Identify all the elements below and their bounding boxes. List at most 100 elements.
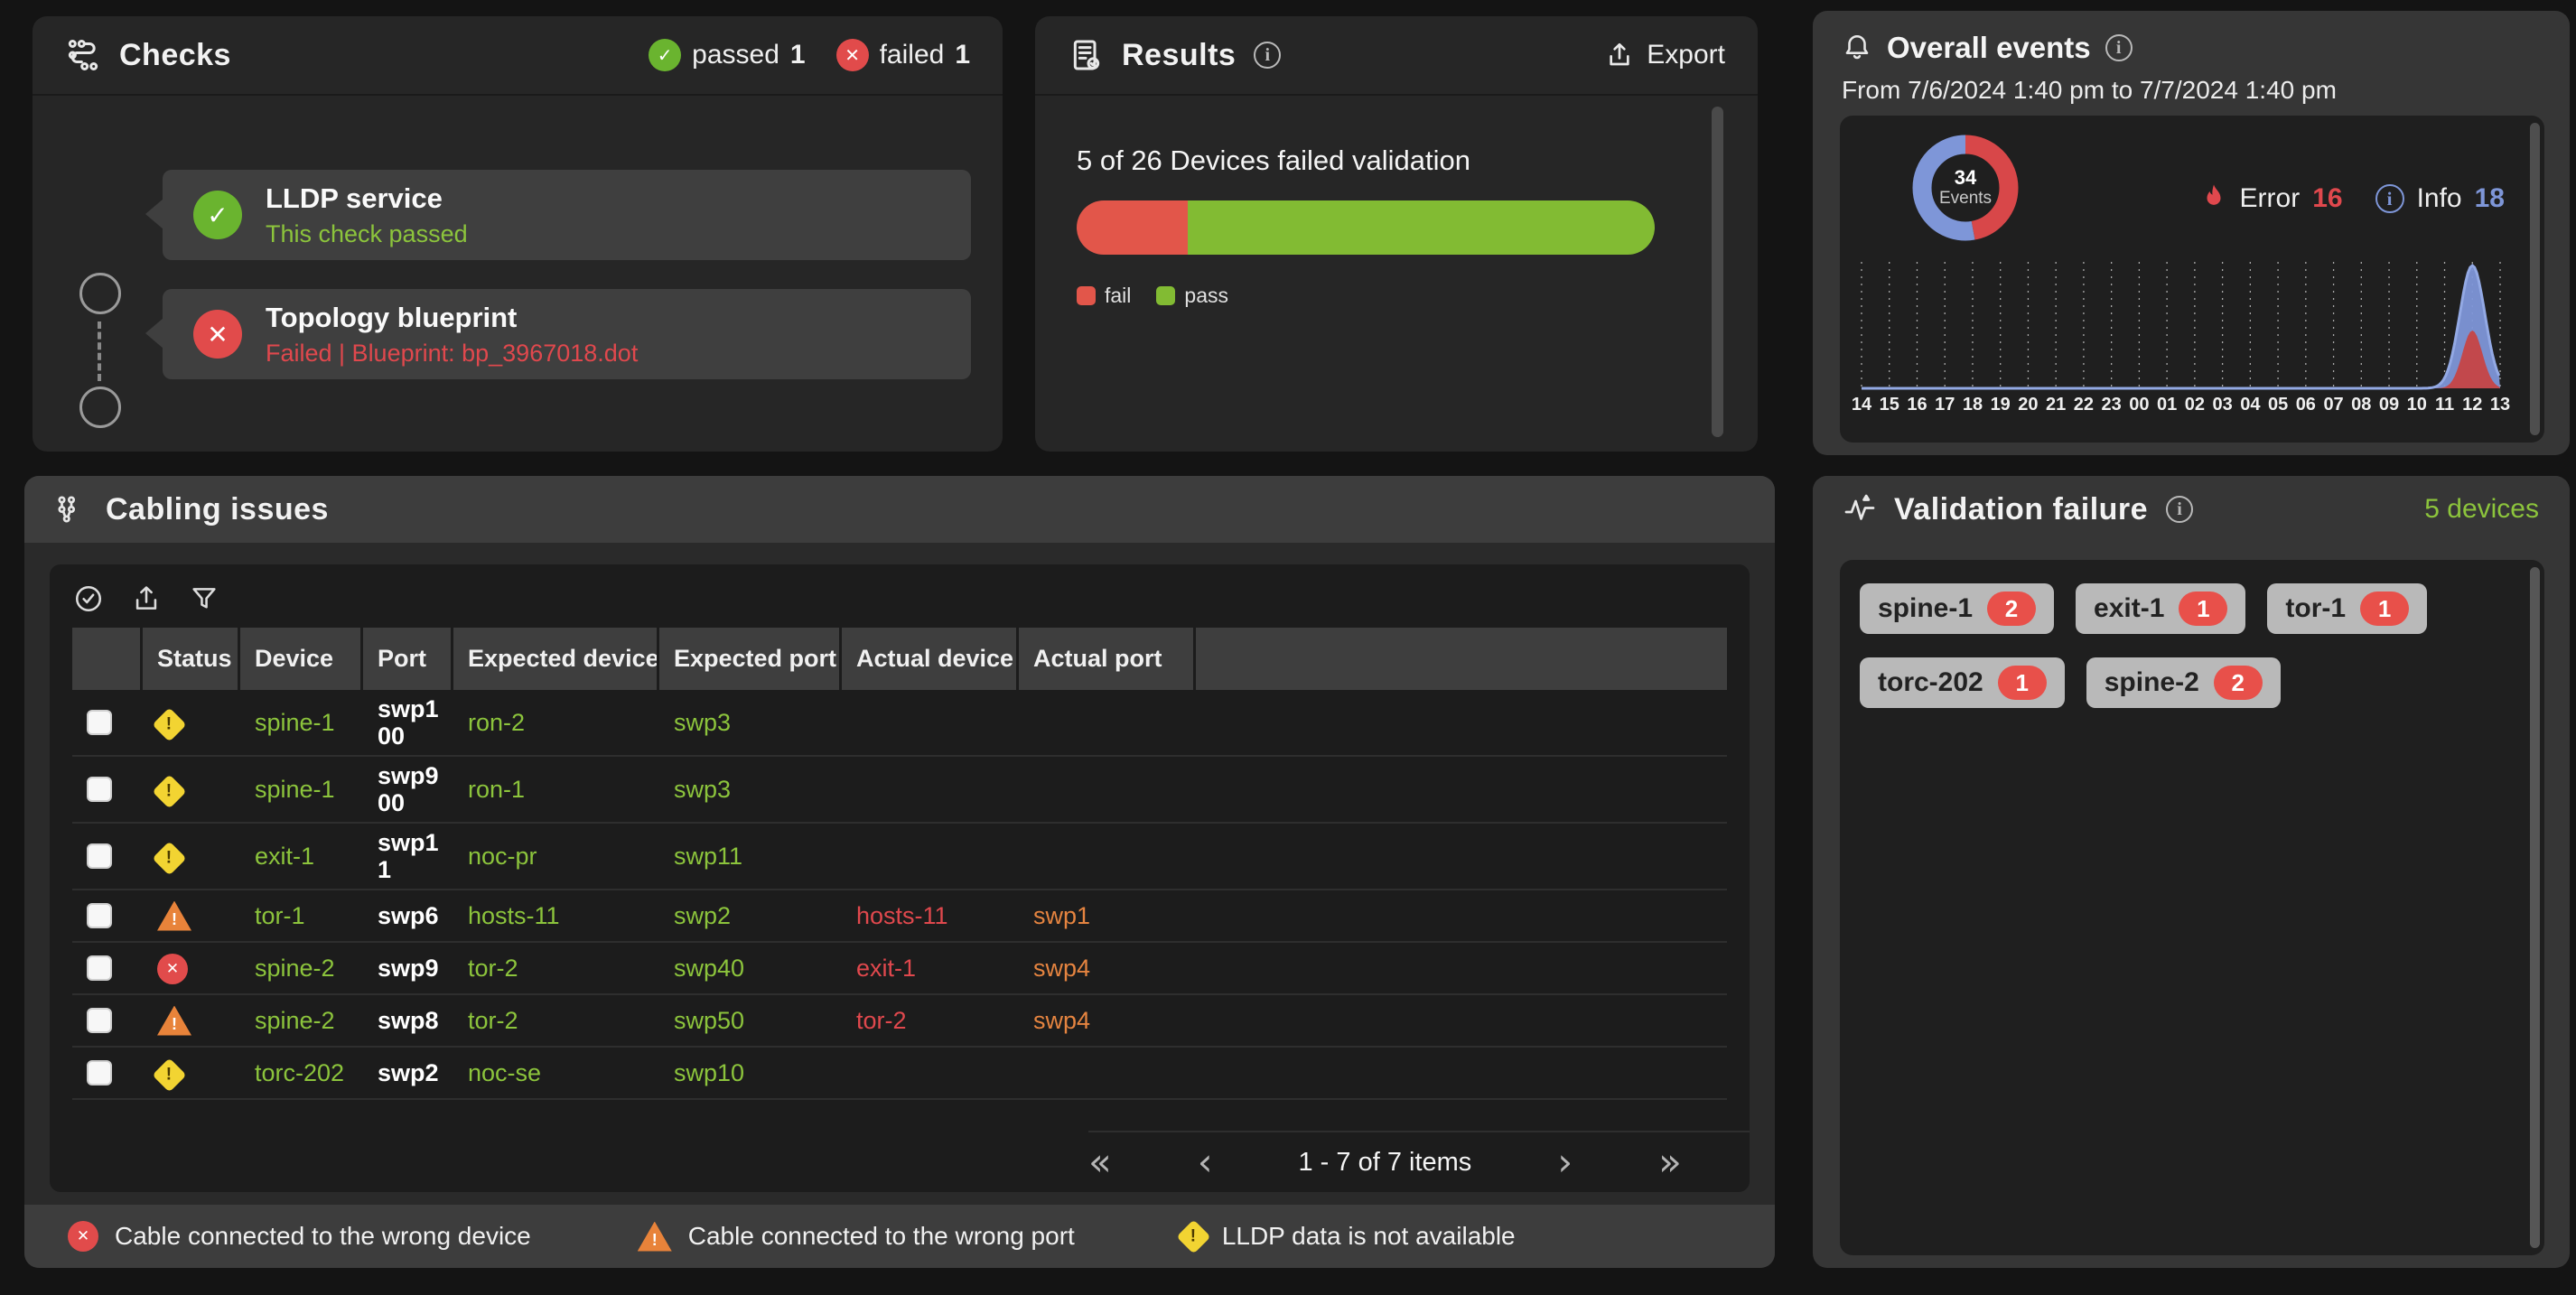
- results-body: 5 of 26 Devices failed validation failpa…: [1035, 96, 1758, 308]
- checkbox-cell: [72, 824, 143, 890]
- results-title: Results: [1122, 38, 1236, 73]
- passed-badge: ✓ passed 1: [649, 39, 805, 71]
- check-item[interactable]: ✓LLDP serviceThis check passed: [163, 170, 971, 260]
- timeline-node-1: [79, 273, 121, 314]
- bell-icon: [1842, 33, 1872, 63]
- table-row[interactable]: !exit-1swp11noc-prswp11: [72, 824, 1727, 890]
- donut-center-label: 34 Events: [1907, 129, 2024, 247]
- expected-port-cell: swp3: [659, 757, 842, 824]
- filler-cell: [1196, 1048, 1727, 1100]
- x-axis-label: 18: [1963, 395, 1983, 415]
- filter-funnel-icon[interactable]: [189, 583, 219, 614]
- cabling-topology-icon: [55, 493, 88, 526]
- actual-device-cell: exit-1: [842, 943, 1019, 995]
- events-date-range: From 7/6/2024 1:40 pm to 7/7/2024 1:40 p…: [1842, 76, 2541, 105]
- select-check-icon[interactable]: [73, 583, 104, 614]
- legend-swatch-fail: [1077, 286, 1096, 305]
- actual-device-cell: hosts-11: [842, 890, 1019, 943]
- expected-port-cell: swp3: [659, 690, 842, 757]
- device-chip-count: 1: [1998, 666, 2047, 700]
- device-chip[interactable]: tor-11: [2267, 583, 2427, 634]
- validation-info-icon[interactable]: i: [2166, 496, 2193, 523]
- row-checkbox[interactable]: [87, 777, 112, 802]
- network-validation-dashboard: Checks ✓ passed 1 ✕ failed 1 ✓LLDP servi…: [0, 0, 2576, 1295]
- timeline-node-2: [79, 387, 121, 428]
- device-chip[interactable]: spine-12: [1860, 583, 2054, 634]
- table-row[interactable]: !torc-202swp2noc-seswp10: [72, 1048, 1727, 1100]
- x-axis-label: 06: [2296, 395, 2316, 415]
- events-scrollbar[interactable]: [2530, 123, 2540, 435]
- device-chip[interactable]: exit-11: [2076, 583, 2245, 634]
- check-failed-icon: ✕: [193, 310, 242, 359]
- row-checkbox[interactable]: [87, 843, 112, 869]
- previous-page-icon[interactable]: ‹: [1198, 1143, 1213, 1181]
- actual-port-cell: [1019, 1048, 1196, 1100]
- check-item-text: Topology blueprintFailed | Blueprint: bp…: [266, 302, 638, 368]
- export-button[interactable]: Export: [1605, 40, 1725, 70]
- checks-badges: ✓ passed 1 ✕ failed 1: [649, 39, 970, 71]
- table-row[interactable]: ✕spine-2swp9tor-2swp40exit-1swp4: [72, 943, 1727, 995]
- filler-cell: [1196, 824, 1727, 890]
- checkbox-cell: [72, 943, 143, 995]
- x-axis-label: 00: [2129, 395, 2149, 415]
- actual-device-cell: [842, 1048, 1019, 1100]
- row-checkbox[interactable]: [87, 903, 112, 928]
- expected-port-cell: swp50: [659, 995, 842, 1048]
- next-page-icon[interactable]: ›: [1557, 1143, 1573, 1181]
- status-legend-item: !Cable connected to the wrong port: [638, 1222, 1075, 1252]
- row-checkbox[interactable]: [87, 955, 112, 981]
- filler-cell: [1196, 757, 1727, 824]
- expected-device-cell: hosts-11: [453, 890, 659, 943]
- results-header: Results i Export: [1035, 16, 1758, 96]
- pagination-label: 1 - 7 of 7 items: [1299, 1148, 1472, 1178]
- x-axis-label: 08: [2351, 395, 2371, 415]
- table-row[interactable]: !spine-1swp900ron-1swp3: [72, 757, 1727, 824]
- overall-events-info-icon[interactable]: i: [2105, 34, 2133, 61]
- table-row[interactable]: !spine-2swp8tor-2swp50tor-2swp4: [72, 995, 1727, 1048]
- validation-scrollbar[interactable]: [2530, 567, 2540, 1248]
- check-item-title: LLDP service: [266, 182, 468, 215]
- x-axis-label: 03: [2212, 395, 2232, 415]
- checks-title: Checks: [119, 38, 231, 73]
- device-chip[interactable]: spine-22: [2086, 657, 2281, 708]
- validation-summary: 5 of 26 Devices failed validation: [1077, 144, 1716, 177]
- check-item[interactable]: ✕ Topology blueprintFailed | Blueprint: b…: [163, 289, 971, 379]
- info-count: 18: [2475, 183, 2505, 214]
- events-card: 34 Events Error 16 i Info 18 14151617181…: [1840, 116, 2544, 443]
- export-icon: [1605, 41, 1634, 70]
- timeline-connector: [98, 321, 101, 381]
- status-legend-label: Cable connected to the wrong port: [688, 1222, 1075, 1251]
- checks-header: Checks ✓ passed 1 ✕ failed 1: [33, 16, 1003, 96]
- cabling-toolbar: [50, 564, 1750, 628]
- results-info-icon[interactable]: i: [1254, 42, 1281, 69]
- device-chip-count: 1: [2179, 592, 2227, 626]
- x-axis-label: 05: [2268, 395, 2288, 415]
- x-axis-label: 23: [2102, 395, 2122, 415]
- legend-label: pass: [1184, 284, 1228, 308]
- filler-cell: [1196, 995, 1727, 1048]
- first-page-icon[interactable]: «: [1088, 1143, 1112, 1181]
- x-axis-label: 12: [2462, 395, 2482, 415]
- last-page-icon[interactable]: »: [1658, 1143, 1682, 1181]
- pass-fail-bar: [1077, 200, 1655, 255]
- table-row[interactable]: !tor-1swp6hosts-11swp2hosts-11swp1: [72, 890, 1727, 943]
- legend-pass: pass: [1156, 284, 1228, 308]
- export-table-icon[interactable]: [131, 583, 162, 614]
- device-chip[interactable]: torc-2021: [1860, 657, 2065, 708]
- failed-cross-icon: ✕: [836, 39, 869, 71]
- checkbox-cell: [72, 757, 143, 824]
- checkbox-cell: [72, 995, 143, 1048]
- row-checkbox[interactable]: [87, 1060, 112, 1085]
- device-cell: spine-2: [240, 995, 363, 1048]
- results-scrollbar[interactable]: [1712, 107, 1723, 437]
- row-checkbox[interactable]: [87, 710, 112, 735]
- expected-device-cell: ron-1: [453, 757, 659, 824]
- x-axis-label: 20: [2018, 395, 2038, 415]
- column-header: Actual port: [1019, 628, 1196, 690]
- row-checkbox[interactable]: [87, 1008, 112, 1033]
- overall-events-panel: Overall events i From 7/6/2024 1:40 pm t…: [1813, 11, 2570, 455]
- device-cell: torc-202: [240, 1048, 363, 1100]
- table-row[interactable]: !spine-1swp100ron-2swp3: [72, 690, 1727, 757]
- passed-count: 1: [790, 40, 806, 70]
- bar-segment-fail: [1077, 200, 1188, 255]
